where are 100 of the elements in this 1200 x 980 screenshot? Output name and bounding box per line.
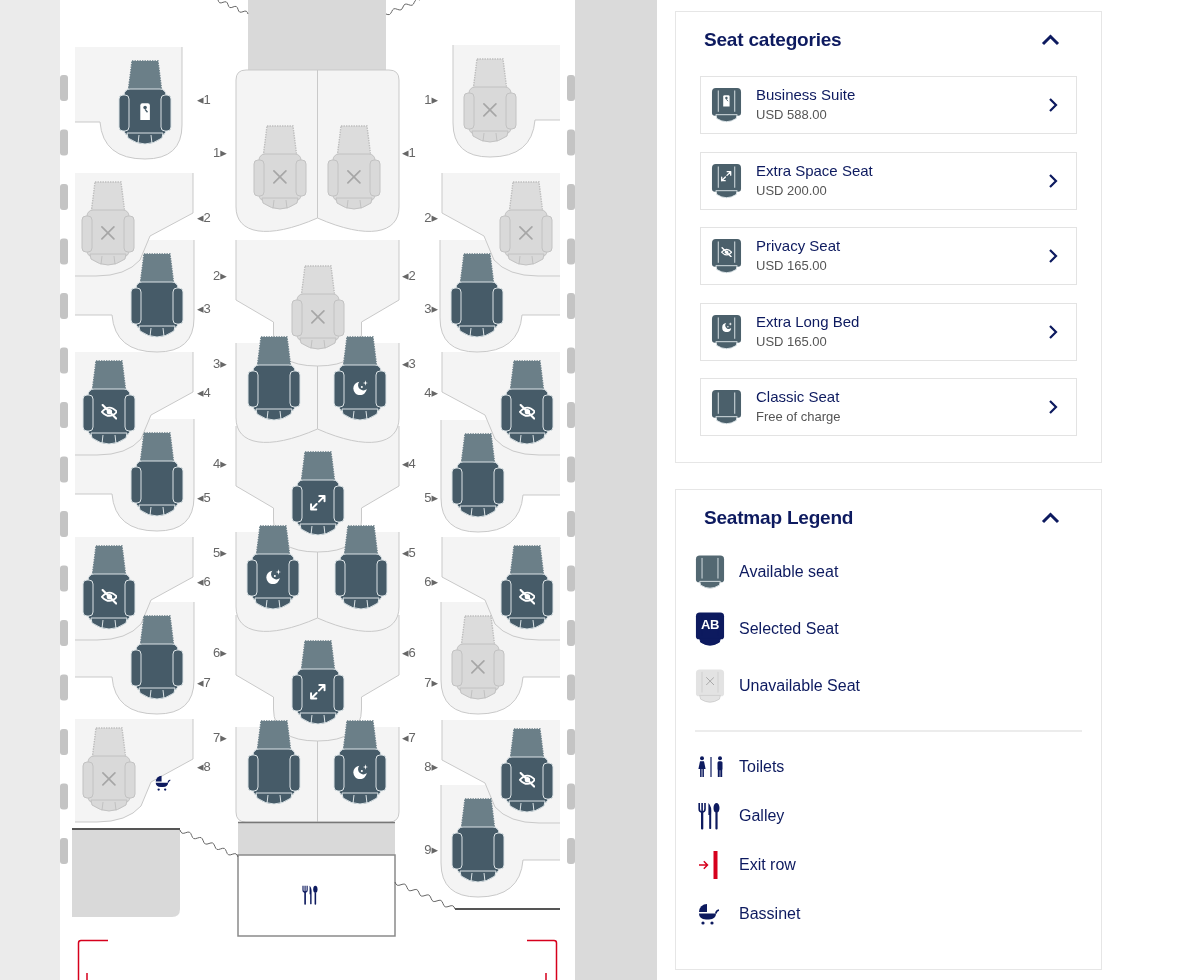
card-title: Seat categories — [704, 29, 842, 51]
toilets-icon — [698, 756, 724, 778]
category-price: USD 588.00 — [756, 106, 828, 124]
card-title: Seatmap Legend — [704, 507, 854, 529]
seat[interactable] — [81, 357, 137, 447]
expand-arrows-icon — [310, 495, 326, 511]
eye-off-icon — [518, 772, 536, 788]
seat-category-item[interactable]: Business Suite USD 588.00 — [700, 76, 1077, 134]
chevron-right-icon — [1048, 248, 1058, 264]
seat-category-item[interactable]: Classic Seat Free of charge — [700, 378, 1077, 436]
seat-category-item[interactable]: Extra Long Bed USD 165.00 — [700, 302, 1077, 361]
cross-icon — [311, 310, 325, 324]
row-number: ◂6 — [197, 574, 211, 590]
eye-off-icon — [720, 246, 733, 258]
cabin-window — [567, 729, 575, 755]
seat-category-item[interactable]: Privacy Seat USD 165.00 — [700, 227, 1077, 285]
cabin-window — [567, 347, 575, 374]
chevron-right-icon — [1048, 399, 1058, 415]
seat-category-item[interactable]: Extra Space Seat USD 200.00 — [700, 151, 1077, 210]
seat[interactable] — [499, 725, 555, 815]
cabin-window — [567, 184, 575, 210]
seat[interactable] — [246, 717, 302, 807]
seat[interactable] — [129, 429, 185, 519]
moon-stars-icon — [352, 379, 369, 396]
chevron-up-icon[interactable] — [1041, 512, 1060, 524]
row-number: 8▸ — [424, 759, 438, 775]
category-name: Privacy Seat — [756, 236, 842, 256]
legend-label: Available seat — [739, 563, 839, 581]
seat[interactable] — [81, 542, 137, 632]
category-price: USD 165.00 — [756, 257, 828, 275]
category-price: USD 200.00 — [756, 181, 828, 200]
cabin-window — [60, 674, 68, 701]
moon-stars-icon — [352, 763, 369, 780]
cabin-window — [60, 129, 68, 156]
category-name: Extra Long Bed — [756, 311, 861, 332]
seat[interactable] — [245, 522, 301, 612]
seat[interactable] — [117, 57, 173, 147]
row-number: 4▸ — [213, 456, 227, 472]
seat[interactable] — [290, 637, 346, 727]
expand-arrows-icon — [721, 171, 732, 182]
cabin-window — [567, 402, 575, 428]
cabin-window — [567, 838, 575, 864]
exit-marker — [526, 939, 558, 980]
moon-stars-icon — [721, 321, 733, 333]
row-number: ◂4 — [197, 385, 211, 401]
seat-icon — [711, 312, 742, 351]
seat[interactable] — [246, 333, 302, 423]
row-number: ◂6 — [402, 645, 416, 661]
curtain-line — [179, 829, 239, 858]
cabin-window — [567, 456, 575, 483]
curtain-line — [217, 0, 249, 15]
row-number: 3▸ — [424, 301, 438, 317]
available-seat-icon — [695, 554, 725, 590]
chevron-right-icon — [1048, 97, 1058, 113]
legend-label: Bassinet — [739, 905, 801, 923]
selected-seat-icon — [695, 611, 725, 647]
chevron-up-icon[interactable] — [1041, 34, 1060, 46]
curtain-line — [385, 0, 421, 16]
seat[interactable] — [499, 357, 555, 447]
seat[interactable] — [449, 250, 505, 340]
legend-label: Galley — [739, 807, 785, 825]
seat[interactable] — [450, 795, 506, 885]
row-number: ◂2 — [197, 210, 211, 226]
seat[interactable] — [499, 542, 555, 632]
eye-off-icon — [518, 589, 536, 605]
legend-label: Selected Seat — [739, 620, 839, 638]
door-hanger-icon — [723, 95, 730, 107]
moon-stars-icon — [265, 568, 282, 585]
row-number: ◂8 — [197, 759, 211, 775]
row-number: ◂2 — [402, 268, 416, 284]
cabin-window — [60, 238, 68, 265]
row-number: ◂1 — [402, 145, 416, 161]
legend-label: Exit row — [739, 856, 796, 874]
cabin-window — [567, 565, 575, 592]
eye-off-icon — [518, 404, 536, 420]
row-number: ◂5 — [197, 490, 211, 506]
category-price: USD 165.00 — [756, 332, 828, 351]
cabin-window — [60, 783, 68, 810]
seat[interactable] — [332, 717, 388, 807]
cabin-window — [567, 674, 575, 701]
seat[interactable] — [129, 612, 185, 702]
seat-icon — [711, 237, 742, 275]
seat[interactable] — [333, 522, 389, 612]
seat[interactable] — [332, 333, 388, 423]
category-name: Extra Space Seat — [756, 160, 874, 181]
cross-icon — [102, 772, 116, 786]
eye-off-icon — [100, 589, 118, 605]
cabin-window — [60, 511, 68, 537]
cabin-window — [60, 75, 68, 101]
row-number: 1▸ — [213, 145, 227, 161]
seat-icon — [711, 86, 742, 124]
cabin-window — [60, 729, 68, 755]
seat[interactable] — [290, 448, 346, 538]
row-number: ◂5 — [402, 545, 416, 561]
seat[interactable] — [129, 250, 185, 340]
row-number: 2▸ — [424, 210, 438, 226]
row-number: 9▸ — [424, 842, 438, 858]
cross-icon — [471, 660, 485, 674]
seat[interactable] — [450, 430, 506, 520]
cross-icon — [483, 103, 497, 117]
